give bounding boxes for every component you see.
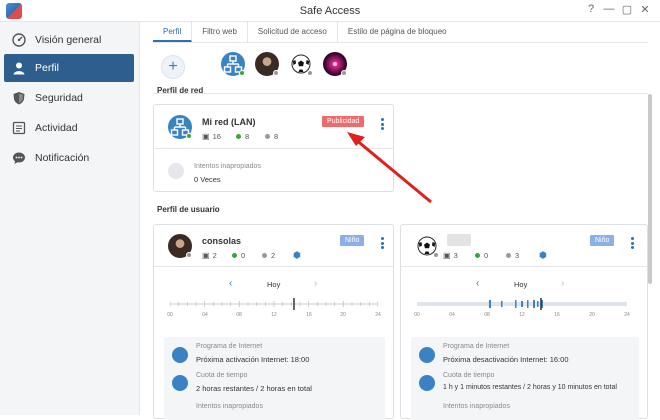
quota-label: Cuota de tiempo [443, 372, 495, 379]
list-icon [12, 121, 26, 135]
hourglass-icon [172, 375, 188, 391]
profile-name: consolas [202, 236, 242, 246]
offline-dot [262, 253, 267, 258]
sidebar-item-label: Visión general [35, 34, 102, 46]
clock-icon [172, 347, 188, 363]
tick-label: 20 [340, 312, 346, 318]
sidebar-item-label: Actividad [35, 122, 78, 134]
clock-icon [419, 347, 435, 363]
user-profile-section-title: Perfil de usuario [157, 205, 220, 214]
tick-label: 24 [624, 312, 630, 318]
tick-label: 12 [271, 312, 277, 318]
quota-label: Cuota de tiempo [196, 372, 248, 379]
online-count: 0 [232, 251, 245, 260]
sidebar-item-label: Seguridad [35, 92, 83, 104]
window-title: Safe Access [299, 5, 361, 17]
schedule-label: Programa de Internet [196, 343, 263, 350]
next-day-chevron-icon: › [314, 278, 318, 289]
user-profile-card[interactable]: consolas Niño ▣ 2 0 2 ⬢ ‹ Hoy › 00 04 08 … [153, 224, 394, 420]
gauge-icon [12, 33, 26, 47]
minimize-icon[interactable]: — [602, 3, 616, 15]
sidebar-item-label: Notificación [35, 152, 90, 164]
quota-value: 1 h y 1 minutos restantes / 2 horas y 10… [443, 384, 617, 391]
devices-icon: ▣ [443, 251, 451, 260]
offline-count: 2 [262, 251, 275, 260]
sidebar-item-activity[interactable]: Actividad [4, 114, 134, 142]
tick-label: 12 [519, 312, 525, 318]
tick-label: 00 [167, 312, 173, 318]
help-icon[interactable]: ? [584, 3, 598, 15]
redacted-profile-name [447, 234, 471, 246]
tick-label: 20 [589, 312, 595, 318]
hourglass-icon [419, 375, 435, 391]
inappropriate-attempts-label: Intentos inapropiados [196, 403, 263, 410]
child-badge[interactable]: Niño [340, 235, 365, 246]
maximize-icon[interactable]: ▢ [620, 3, 634, 16]
sidebar-item-profile[interactable]: Perfil [4, 54, 134, 82]
offline-status-dot [433, 252, 439, 258]
offline-status-dot [186, 252, 192, 258]
child-badge[interactable]: Niño [590, 235, 615, 246]
more-options-icon[interactable] [631, 237, 634, 249]
online-dot [232, 253, 237, 258]
offline-count: 3 [506, 251, 519, 260]
sidebar-item-security[interactable]: Seguridad [4, 84, 134, 112]
sidebar-item-overview[interactable]: Visión general [4, 26, 134, 54]
day-label: Hoy [514, 280, 528, 289]
more-options-icon[interactable] [381, 237, 384, 249]
vertical-scrollbar[interactable] [648, 94, 652, 284]
shield-protection-icon: ⬢ [539, 250, 547, 260]
chat-icon [13, 152, 25, 164]
shield-icon [13, 92, 25, 105]
title-bar: Safe Access ? — ▢ ✕ [0, 0, 660, 22]
devices-icon: ▣ [202, 251, 210, 260]
schedule-label: Programa de Internet [443, 343, 510, 350]
tick-label: 16 [306, 312, 312, 318]
previous-day-chevron-icon[interactable]: ‹ [476, 278, 479, 289]
device-count: ▣ 3 [443, 251, 458, 260]
usage-timeline [170, 298, 378, 310]
tick-label: 24 [375, 312, 381, 318]
user-profile-card[interactable]: Niño ▣ 3 0 3 ⬢ ‹ Hoy › 00 04 08 12 16 20 … [400, 224, 648, 420]
next-day-chevron-icon: › [561, 278, 565, 289]
inappropriate-attempts-label: Intentos inapropiados [443, 403, 510, 410]
online-count: 0 [475, 251, 488, 260]
schedule-value: Próxima activación Internet: 18:00 [196, 355, 310, 364]
tick-label: 08 [236, 312, 242, 318]
day-label: Hoy [267, 280, 281, 289]
online-dot [475, 253, 480, 258]
device-count: ▣ 2 [202, 251, 217, 260]
sidebar: Visión general Perfil Seguridad Activida… [0, 22, 140, 415]
schedule-value: Próxima desactivación Internet: 16:00 [443, 355, 569, 364]
tick-label: 16 [554, 312, 560, 318]
person-icon [13, 62, 25, 75]
close-icon[interactable]: ✕ [638, 3, 652, 16]
offline-dot [506, 253, 511, 258]
sidebar-item-label: Perfil [35, 62, 59, 74]
sidebar-item-notification[interactable]: Notificación [4, 144, 134, 172]
tick-label: 08 [484, 312, 490, 318]
usage-timeline [417, 298, 627, 310]
previous-day-chevron-icon[interactable]: ‹ [229, 278, 232, 289]
main-content: Perfil Filtro web Solicitud de acceso Es… [141, 22, 660, 420]
quota-value: 2 horas restantes / 2 horas en total [196, 384, 312, 393]
tick-label: 04 [202, 312, 208, 318]
tick-label: 00 [414, 312, 420, 318]
tick-label: 04 [449, 312, 455, 318]
shield-protection-icon: ⬢ [293, 250, 301, 260]
